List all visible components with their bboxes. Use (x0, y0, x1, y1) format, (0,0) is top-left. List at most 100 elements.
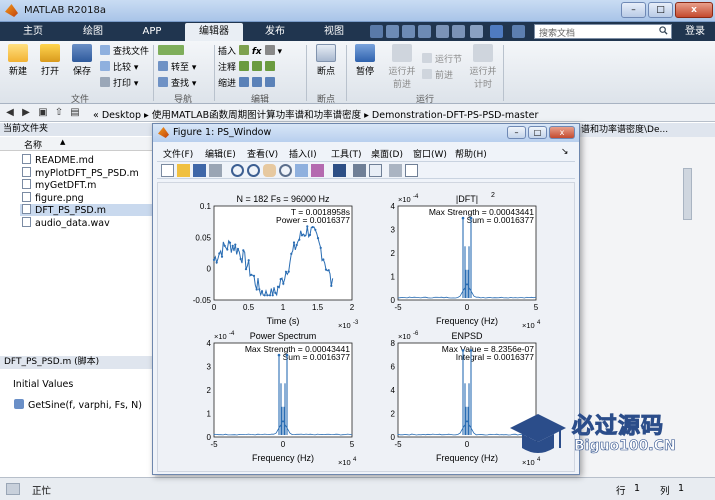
plot-xexp: ×10 (338, 321, 351, 330)
sample-marker (231, 244, 234, 247)
save-button[interactable]: 保存 (68, 44, 96, 77)
sample-marker (255, 288, 258, 291)
show-plot-tools-icon[interactable] (405, 164, 418, 177)
menu-tools[interactable]: 工具(T) (331, 147, 362, 160)
compare-button[interactable]: 比较 ▾ (100, 61, 138, 74)
forward-arrow-icon[interactable]: ▶ (19, 106, 33, 119)
file-list-item[interactable]: figure.png (22, 191, 84, 204)
rotate-3d-icon[interactable] (279, 164, 292, 177)
details-function-item[interactable]: GetSine(f, varphi, Fs, N) (14, 399, 142, 411)
switch-windows-icon[interactable] (470, 25, 483, 38)
data-cursor-icon[interactable] (295, 164, 308, 177)
open-file-icon[interactable] (177, 164, 190, 177)
print-button[interactable]: 打印 ▾ (100, 77, 138, 90)
open-button[interactable]: 打开 (36, 44, 64, 77)
help-icon[interactable] (490, 25, 503, 38)
tab-editor[interactable]: 编辑器 (185, 23, 243, 41)
figure-close-button[interactable]: x (549, 126, 575, 139)
insert-legend-icon[interactable] (369, 164, 382, 177)
pan-hand-icon[interactable] (263, 164, 276, 177)
menu-help[interactable]: 帮助(H) (455, 147, 487, 160)
minimize-button[interactable]: – (621, 2, 646, 18)
menu-desktop[interactable]: 桌面(D) (371, 147, 403, 160)
file-name: myGetDFT.m (35, 180, 97, 191)
file-list-item[interactable]: audio_data.wav (22, 216, 110, 229)
print-figure-icon[interactable] (209, 164, 222, 177)
browse-folder-icon[interactable]: ▤ (68, 106, 82, 119)
menu-dock-icon[interactable]: ↘ (561, 147, 569, 157)
hide-plot-tools-icon[interactable] (389, 164, 402, 177)
figure-maximize-button[interactable]: □ (528, 126, 547, 139)
link-plot-icon[interactable] (333, 164, 346, 177)
window-titlebar: MATLAB R2018a – □ x (0, 0, 715, 22)
run-section-button[interactable]: 运行节 (422, 53, 462, 66)
find-files-button[interactable]: 查找文件 (100, 45, 149, 58)
tab-apps[interactable]: APP (125, 23, 179, 41)
new-button[interactable]: 新建 (4, 44, 32, 77)
copy-icon[interactable] (402, 25, 415, 38)
sample-marker (298, 238, 301, 241)
zoom-out-icon[interactable] (247, 164, 260, 177)
file-list-column-header[interactable]: 名称 ▲ (0, 137, 155, 151)
undo-icon[interactable] (436, 25, 449, 38)
tab-plots[interactable]: 绘图 (66, 23, 120, 41)
back-arrow-icon[interactable]: ◀ (3, 106, 17, 119)
close-button[interactable]: x (675, 2, 713, 18)
y-tick-label: 4 (391, 386, 396, 395)
file-list-item[interactable]: myPlotDFT_PS_PSD.m (22, 166, 139, 179)
path-breadcrumb[interactable]: « Desktop ▸ 使用MATLAB函数周期图计算功率谱和功率谱密度 ▸ D… (93, 107, 538, 121)
advance-button[interactable]: 前进 (422, 69, 453, 82)
comment-button[interactable]: 注释 (218, 61, 278, 74)
save-figure-icon[interactable] (193, 164, 206, 177)
x-tick-label: 5 (350, 440, 355, 449)
run-and-advance-button[interactable]: 运行并 前进 (386, 44, 418, 90)
brush-icon[interactable] (311, 164, 324, 177)
run-section-icon (422, 53, 432, 63)
goto-button[interactable]: 转至 ▾ (158, 61, 196, 74)
sample-marker (311, 226, 314, 229)
back-forward-button[interactable] (158, 45, 187, 58)
new-figure-icon[interactable] (161, 164, 174, 177)
vertical-scrollbar[interactable] (683, 168, 692, 220)
menu-edit[interactable]: 编辑(E) (205, 147, 236, 160)
figure-logo-icon (158, 127, 169, 138)
file-list-item[interactable]: README.md (22, 154, 94, 166)
menu-window[interactable]: 窗口(W) (413, 147, 447, 160)
find-files-label: 查找文件 (113, 47, 150, 57)
file-list-item[interactable]: myGetDFT.m (22, 179, 96, 191)
menu-insert[interactable]: 插入(I) (289, 147, 317, 160)
y-tick-label: 0 (391, 296, 396, 305)
maximize-button[interactable]: □ (648, 2, 673, 18)
pause-button[interactable]: 暂停 (350, 44, 380, 77)
menu-file[interactable]: 文件(F) (163, 147, 193, 160)
save-quick-icon[interactable] (370, 25, 383, 38)
tab-view[interactable]: 视图 (307, 23, 361, 41)
login-button[interactable]: 登录 (679, 24, 711, 39)
indent-button[interactable]: 缩进 (218, 77, 278, 90)
breakpoints-button[interactable]: 断点 (310, 44, 342, 77)
file-list-item[interactable]: DFT_PS_PSD.m (20, 204, 153, 216)
run-and-time-button[interactable]: 运行并 计时 (468, 44, 498, 90)
run-section-label: 运行节 (435, 55, 463, 65)
up-folder-icon[interactable]: ⇧ (52, 106, 66, 119)
redo-icon[interactable] (452, 25, 465, 38)
tab-publish[interactable]: 发布 (248, 23, 302, 41)
menu-view[interactable]: 查看(V) (247, 147, 278, 160)
cut-icon[interactable] (386, 25, 399, 38)
col-value: 1 (678, 483, 685, 494)
community-icon[interactable] (512, 25, 525, 38)
figure-minimize-button[interactable]: – (507, 126, 526, 139)
toolstrip-tabs: 主页 绘图 APP 编辑器 发布 视图 搜索文档 登录 (0, 22, 715, 41)
zoom-in-icon[interactable] (231, 164, 244, 177)
find-button[interactable]: 查找 ▾ (158, 77, 196, 90)
file-icon (22, 166, 31, 177)
insert-colorbar-icon[interactable] (353, 164, 366, 177)
tab-home[interactable]: 主页 (6, 23, 60, 41)
new-file-icon (8, 44, 28, 62)
insert-button[interactable]: 插入 fx ▾ (218, 45, 282, 58)
paste-icon[interactable] (418, 25, 431, 38)
column-name-label: 名称 (24, 141, 43, 151)
search-input[interactable]: 搜索文档 (534, 24, 672, 39)
new-folder-icon[interactable]: ▣ (36, 106, 50, 119)
sample-marker (223, 244, 226, 247)
